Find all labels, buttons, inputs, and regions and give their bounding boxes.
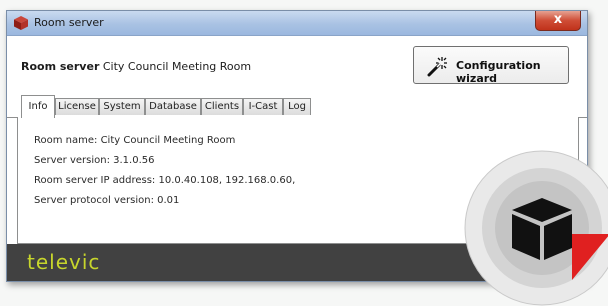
- configuration-wizard-label: Configuration wizard: [456, 59, 541, 85]
- page-title: Room server City Council Meeting Room: [21, 60, 251, 73]
- header-panel: Room server City Council Meeting Room Co…: [7, 36, 587, 96]
- tab-system[interactable]: System: [99, 98, 145, 115]
- tab-clients-label: Clients: [204, 101, 240, 112]
- tab-log-label: Log: [288, 101, 306, 112]
- configuration-wizard-button[interactable]: Configuration wizard: [413, 46, 569, 85]
- tab-clients[interactable]: Clients: [201, 98, 243, 115]
- tab-license-label: License: [58, 101, 96, 112]
- room-server-badge: [464, 150, 608, 306]
- tab-strip: Info License System Database Clients I-C…: [7, 95, 587, 118]
- tab-i-cast-label: I-Cast: [248, 101, 278, 112]
- magic-wand-icon: [427, 57, 447, 77]
- close-icon: x: [553, 12, 563, 27]
- tab-database[interactable]: Database: [145, 98, 201, 115]
- close-button[interactable]: x: [535, 11, 581, 31]
- server-ip-text: Room server IP address: 10.0.40.108, 192…: [34, 175, 296, 186]
- window-title: Room server: [34, 16, 104, 29]
- page-title-bold: Room server: [21, 60, 100, 73]
- room-name-text: Room name: City Council Meeting Room: [34, 135, 236, 146]
- title-bar[interactable]: Room server x: [7, 11, 587, 36]
- tab-log[interactable]: Log: [283, 98, 311, 115]
- tab-license[interactable]: License: [55, 98, 99, 115]
- tab-system-label: System: [103, 101, 141, 112]
- page-title-room: City Council Meeting Room: [102, 60, 252, 73]
- tab-i-cast[interactable]: I-Cast: [243, 98, 283, 115]
- app-icon: [14, 16, 28, 30]
- tab-info-label: Info: [28, 101, 48, 112]
- tab-database-label: Database: [149, 101, 197, 112]
- protocol-version-text: Server protocol version: 0.01: [34, 195, 180, 206]
- tab-info[interactable]: Info: [21, 95, 55, 118]
- televic-logo: televic: [27, 250, 101, 274]
- server-version-text: Server version: 3.1.0.56: [34, 155, 155, 166]
